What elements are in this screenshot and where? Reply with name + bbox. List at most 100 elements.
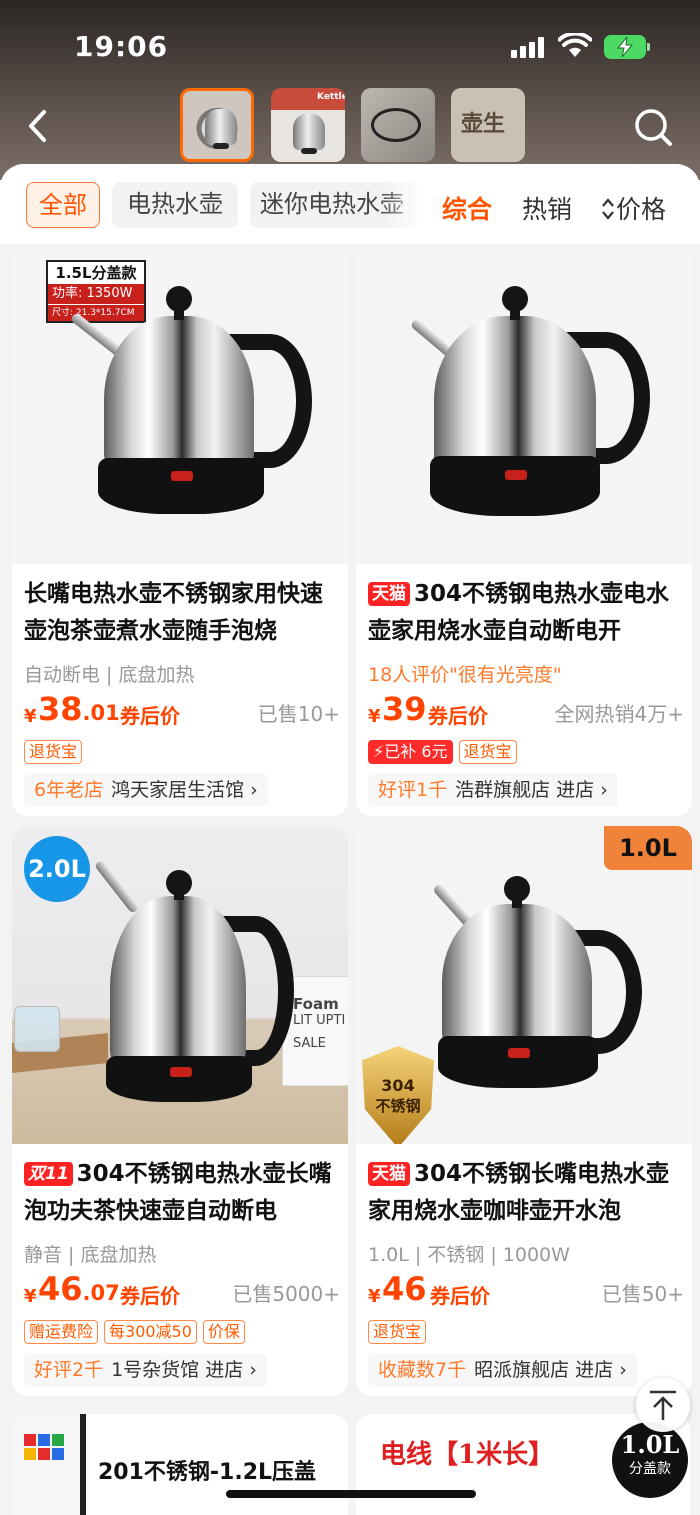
filter-bar: 全部 电热水壶 迷你电热水壶 综合 热销 价格 xyxy=(0,164,700,244)
sort-hot-sale[interactable]: 热销 xyxy=(522,190,572,226)
capacity-badge: 1.0L 分盖款 xyxy=(612,1422,688,1498)
product-title[interactable]: 长嘴电热水壶不锈钢家用快速壶泡茶壶煮水壶随手泡烧 xyxy=(24,576,340,652)
back-arrow-icon[interactable] xyxy=(22,106,56,146)
kettle-illustration xyxy=(52,286,342,556)
sold-count: 已售5000+ xyxy=(232,1282,340,1306)
sold-count: 已售10+ xyxy=(257,702,340,726)
product-title[interactable]: 天猫 304不锈钢电热水壶电水壶家用烧水壶自动断电开 xyxy=(368,576,684,652)
chevron-right-icon: › xyxy=(619,1359,627,1381)
shop-highlight: 好评2千 xyxy=(34,1359,104,1381)
price: 38.01 xyxy=(38,690,120,728)
battery-icon xyxy=(604,35,650,59)
badge-subsidy: ⚡已补 6元 xyxy=(368,740,453,764)
price-note: 券后价 xyxy=(120,704,180,728)
service-badges: 退货宝 xyxy=(24,740,88,766)
product-card-2[interactable]: 天猫 304不锈钢电热水壶电水壶家用烧水壶自动断电开 18人评价"很有光亮度" ¥… xyxy=(356,246,692,816)
product-title: 201不锈钢-1.2L压盖 xyxy=(98,1460,317,1485)
service-badges: 退货宝 xyxy=(368,1320,432,1346)
arrow-up-icon xyxy=(650,1390,676,1420)
product-title[interactable]: 天猫 304不锈钢长嘴电热水壶家用烧水壶咖啡壶开水泡 xyxy=(368,1156,684,1232)
status-time: 19:06 xyxy=(74,30,169,63)
spec-capacity: 1.5L分盖款 xyxy=(55,264,137,282)
results-panel: 全部 电热水壶 迷你电热水壶 综合 热销 价格 1.5L分盖款 功率: 1350… xyxy=(0,164,700,1515)
product-attrs: 1.0L | 不锈钢 | 1000W xyxy=(368,1244,570,1266)
double11-tag: 双11 xyxy=(24,1162,73,1186)
chevron-right-icon: › xyxy=(250,779,258,801)
shop-highlight: 收藏数7千 xyxy=(378,1359,467,1381)
price-row: ¥ 38.01 券后价 已售10+ xyxy=(24,690,340,734)
badge-return: 退货宝 xyxy=(24,740,83,764)
product-card-1[interactable]: 1.5L分盖款 功率: 1350W 尺寸: 21.3*15.7CM 长嘴电热水壶… xyxy=(12,246,348,816)
home-indicator xyxy=(226,1490,476,1498)
badge-return: 退货宝 xyxy=(458,740,517,764)
product-card-4[interactable]: 1.0L 304 不锈钢 天猫 304不锈钢长嘴电热水壶家用烧水壶咖啡壶开水泡 1… xyxy=(356,826,692,1396)
kettle-illustration xyxy=(392,286,682,556)
currency-symbol: ¥ xyxy=(24,706,37,727)
service-badges: 赠运费险 每300减50 价保 xyxy=(24,1320,251,1346)
chip-electric-kettle[interactable]: 电热水壶 xyxy=(112,182,238,228)
price: 46 xyxy=(382,1270,427,1308)
shop-name: 浩群旗舰店 进店 xyxy=(455,779,595,801)
badge-return: 退货宝 xyxy=(368,1320,427,1344)
shop-highlight: 好评1千 xyxy=(378,779,448,801)
shop-highlight: 6年老店 xyxy=(34,779,104,801)
price: 46.07 xyxy=(38,1270,120,1308)
sold-count: 已售50+ xyxy=(601,1282,684,1306)
product-title[interactable]: 双11 304不锈钢电热水壶长嘴泡功夫茶快速壶自动断电 xyxy=(24,1156,340,1232)
wifi-icon xyxy=(558,33,592,57)
shop-link[interactable]: 好评1千 浩群旗舰店 进店 › xyxy=(368,773,618,807)
shop-name: 1号杂货馆 进店 xyxy=(111,1359,244,1381)
currency-symbol: ¥ xyxy=(368,706,381,727)
shop-link[interactable]: 6年老店 鸿天家居生活馆 › xyxy=(24,773,268,807)
price-row: ¥ 39 券后价 全网热销4万+ xyxy=(368,690,684,734)
thumbnail-2-brand: Kettle xyxy=(317,92,345,102)
currency-symbol: ¥ xyxy=(368,1286,381,1307)
sort-price-label: 价格 xyxy=(616,195,667,224)
product-review-snippet: 18人评价"很有光亮度" xyxy=(368,664,562,686)
shop-name: 鸿天家居生活馆 xyxy=(111,779,245,801)
sort-price[interactable]: 价格 xyxy=(600,190,666,226)
badge-discount: 每300减50 xyxy=(104,1320,197,1344)
price-note: 券后价 xyxy=(428,704,488,728)
chip-all[interactable]: 全部 xyxy=(26,182,100,228)
product-image xyxy=(12,1414,86,1515)
shop-link[interactable]: 好评2千 1号杂货馆 进店 › xyxy=(24,1353,267,1387)
sort-comprehensive[interactable]: 综合 xyxy=(442,190,492,226)
image-caption: 电线【1米长】 xyxy=(380,1440,555,1470)
product-card-5-peek[interactable]: 201不锈钢-1.2L压盖 xyxy=(12,1414,348,1515)
thumbnail-1[interactable] xyxy=(180,88,254,162)
price: 39 xyxy=(382,690,427,728)
service-badges: ⚡已补 6元 退货宝 xyxy=(368,740,523,766)
product-image[interactable]: 1.0L 304 不锈钢 xyxy=(356,826,692,1144)
scroll-to-top-button[interactable] xyxy=(636,1378,690,1432)
product-image[interactable]: 1.5L分盖款 功率: 1350W 尺寸: 21.3*15.7CM xyxy=(12,246,348,564)
product-attrs: 自动断电 | 底盘加热 xyxy=(24,664,195,686)
badge-price-protection: 价保 xyxy=(202,1320,245,1344)
updown-icon xyxy=(602,198,614,220)
product-image[interactable]: Foam LIT UPTI SALE 2.0L xyxy=(12,826,348,1144)
kettle-illustration xyxy=(406,876,676,1126)
product-attrs: 静音 | 底盘加热 xyxy=(24,1244,157,1266)
chip-fade xyxy=(380,182,430,228)
glass-of-lemon-water xyxy=(14,1006,60,1052)
capacity-tag: 1.0L xyxy=(604,826,692,870)
product-image[interactable] xyxy=(356,246,692,564)
price-row: ¥ 46 券后价 已售50+ xyxy=(368,1270,684,1314)
shop-name: 昭派旗舰店 进店 xyxy=(474,1359,614,1381)
thumbnail-3[interactable] xyxy=(361,88,435,162)
thumbnail-2[interactable]: Kettle xyxy=(271,88,345,162)
thumbnail-4[interactable]: 壶生 xyxy=(451,88,525,162)
product-card-3[interactable]: Foam LIT UPTI SALE 2.0L 双11 304不锈钢电热水壶长嘴泡… xyxy=(12,826,348,1396)
capacity-bubble: 2.0L xyxy=(24,836,90,902)
stainless-steel-shield-icon: 304 不锈钢 xyxy=(362,1046,434,1144)
price-note: 券后价 xyxy=(430,1284,490,1308)
shop-link[interactable]: 收藏数7千 昭派旗舰店 进店 › xyxy=(368,1353,637,1387)
search-icon[interactable] xyxy=(632,106,674,148)
currency-symbol: ¥ xyxy=(24,1286,37,1307)
status-bar: 19:06 xyxy=(0,0,700,90)
chevron-right-icon: › xyxy=(600,779,608,801)
signal-icon xyxy=(511,36,547,58)
price-row: ¥ 46.07 券后价 已售5000+ xyxy=(24,1270,340,1314)
tmall-tag: 天猫 xyxy=(368,1162,410,1186)
thumbnail-4-text: 壶生 xyxy=(461,111,506,137)
